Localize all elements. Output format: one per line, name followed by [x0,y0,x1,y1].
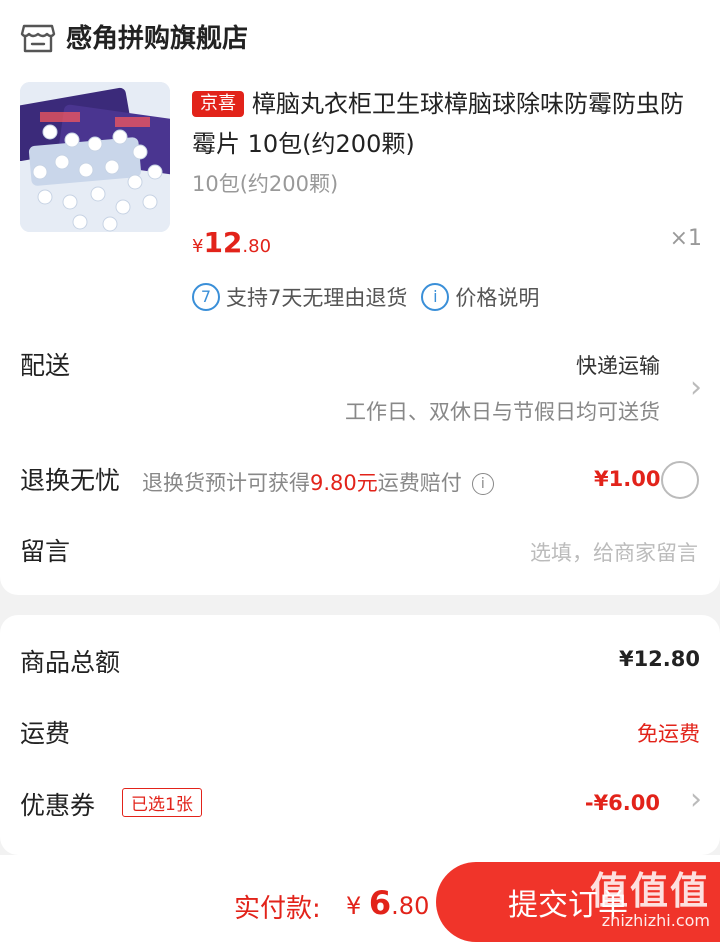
return-desc-prefix: 退换货预计可获得 [142,471,310,495]
shipping-label: 运费 [20,719,71,748]
return-worry-radio[interactable] [661,461,699,499]
coupon-value[interactable]: -¥6.00 [585,791,660,815]
goods-total-label: 商品总额 [20,648,121,677]
price-integer: 12 [203,226,243,259]
seven-day-icon: 7 [192,283,220,311]
goods-total-value: ¥12.80 [618,647,700,671]
info-icon: i [421,283,450,311]
delivery-label: 配送 [20,351,71,380]
info-circle-icon[interactable]: i [471,473,494,495]
product-quantity: ×1 [669,226,702,251]
delivery-note: 工作日、双休日与节假日均可送货 [345,400,660,424]
pay-symbol: ¥ [346,892,369,920]
service-return-7day[interactable]: 7 支持7天无理由退货 [192,282,407,312]
shop-header[interactable]: 感角拼购旗舰店 [20,18,248,55]
coupon-selected-tag: 已选1张 [122,788,202,817]
jingxi-tag: 京喜 [192,91,244,117]
pay-amount: ¥ 6.80 [346,884,429,922]
service-row: 7 支持7天无理由退货 i 价格说明 [192,282,553,312]
message-label: 留言 [20,537,71,566]
return-worry-label: 退换无忧 [20,466,121,495]
return-desc-suffix: 运费赔付 [377,471,462,495]
shipping-value: 免运费 [637,722,700,746]
message-input[interactable]: 选填，给商家留言 [530,537,698,567]
store-icon [20,24,56,52]
product-price: ¥12.80 [192,226,271,259]
coupon-label: 优惠券 [20,791,96,820]
product-title-text: 樟脑丸衣柜卫生球樟脑球除味防霉防虫防霉片 10包(约200颗) [192,90,684,158]
return-desc-amount: 9.80元 [310,471,378,495]
pay-integer: 6 [368,884,392,922]
shop-name: 感角拼购旗舰店 [66,24,249,54]
product-title[interactable]: 京喜 樟脑丸衣柜卫生球樟脑球除味防霉防虫防霉片 10包(约200颗) [192,84,702,164]
return-worry-price: ¥1.00 [594,467,661,491]
chevron-right-icon[interactable]: › [690,370,702,405]
product-image[interactable] [20,82,170,232]
delivery-method[interactable]: 快递运输 [576,350,660,380]
pay-label: 实付款: [234,894,321,924]
service-price-note[interactable]: i 价格说明 [421,282,539,312]
chevron-right-icon[interactable]: › [690,782,702,817]
price-note-label: 价格说明 [455,286,540,310]
price-decimal: .80 [242,236,272,257]
submit-order-button[interactable]: 提交订单 [436,862,720,942]
price-symbol: ¥ [192,236,204,257]
return-worry-desc: 退换货预计可获得9.80元运费赔付 i [142,467,494,497]
pay-decimal: .80 [391,892,430,920]
product-spec: 10包(约200颗) [192,172,339,196]
service-return-label: 支持7天无理由退货 [226,286,408,310]
